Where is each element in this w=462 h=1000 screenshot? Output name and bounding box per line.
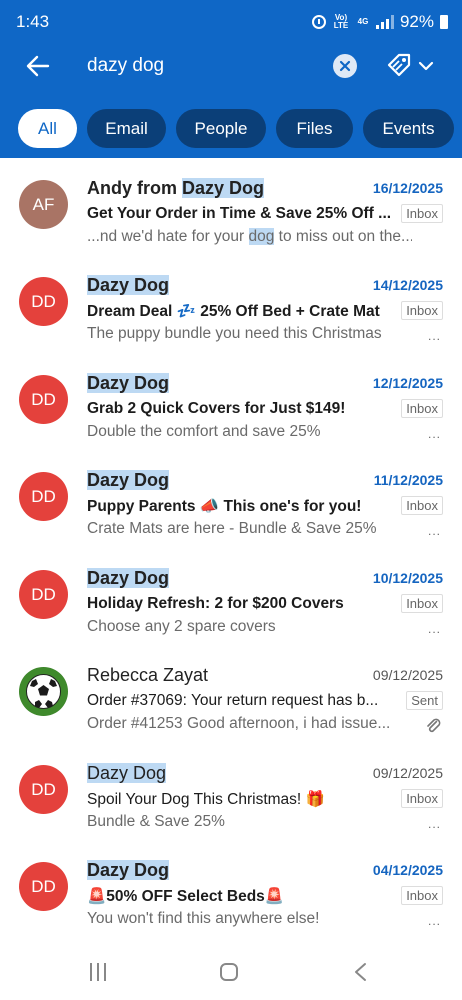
sender-name: Andy from Dazy Dog bbox=[87, 178, 265, 198]
email-date: 16/12/2025 bbox=[372, 180, 443, 196]
sender-name: Dazy Dog bbox=[87, 568, 170, 588]
email-date: 14/12/2025 bbox=[372, 277, 443, 293]
signal-icon bbox=[375, 15, 394, 29]
battery-percent: 92% bbox=[399, 12, 434, 31]
app-header: 1:43 Vo) LTE 4G 92% dazy dog All Email P… bbox=[0, 0, 462, 158]
email-subject: 🚨50% OFF Select Beds🚨 bbox=[87, 888, 285, 905]
chip-email[interactable]: Email bbox=[87, 109, 166, 148]
home-icon[interactable] bbox=[220, 963, 238, 981]
folder-badge: Sent bbox=[406, 691, 443, 710]
email-subject: Puppy Parents 📣 This one's for you! bbox=[87, 498, 362, 515]
back-arrow-icon[interactable] bbox=[24, 52, 52, 80]
email-preview: Choose any 2 spare covers bbox=[87, 618, 276, 635]
email-preview: Double the comfort and save 25% bbox=[87, 423, 321, 440]
email-row[interactable]: AF Andy from Dazy Dog 16/12/2025 Get You… bbox=[0, 158, 462, 255]
chip-files[interactable]: Files bbox=[276, 109, 353, 148]
email-date: 10/12/2025 bbox=[372, 570, 443, 586]
attachment-icon bbox=[427, 718, 441, 733]
email-subject: Order #37069: Your return request has b.… bbox=[87, 692, 379, 709]
more-dots-icon: ... bbox=[427, 914, 441, 928]
email-row[interactable]: DD Dazy Dog 04/12/2025 🚨50% OFF Select B… bbox=[0, 840, 462, 937]
email-row[interactable]: DD Dazy Dog 14/12/2025 Dream Deal 💤 25% … bbox=[0, 255, 462, 352]
email-subject: Dream Deal 💤 25% Off Bed + Crate Mat bbox=[87, 303, 380, 320]
sender-name: Rebecca Zayat bbox=[87, 665, 209, 685]
sender-name: Dazy Dog bbox=[87, 470, 170, 490]
chevron-down-icon bbox=[418, 61, 434, 71]
email-row[interactable]: Rebecca Zayat 09/12/2025 Order #37069: Y… bbox=[0, 645, 462, 742]
email-subject: Spoil Your Dog This Christmas! 🎁 bbox=[87, 791, 325, 808]
search-input[interactable]: dazy dog bbox=[87, 55, 164, 77]
folder-badge: Inbox bbox=[401, 594, 443, 613]
avatar: DD bbox=[19, 472, 68, 521]
filter-chips: All Email People Files Events bbox=[18, 109, 454, 149]
email-subject: Get Your Order in Time & Save 25% Off ..… bbox=[87, 205, 392, 222]
email-row[interactable]: DD Dazy Dog 10/12/2025 Holiday Refresh: … bbox=[0, 548, 462, 645]
chip-all[interactable]: All bbox=[18, 109, 77, 148]
network-icon: 4G bbox=[357, 17, 369, 26]
alarm-icon bbox=[311, 15, 326, 29]
system-nav-bar bbox=[0, 946, 462, 1000]
more-dots-icon: ... bbox=[427, 622, 441, 636]
battery-icon bbox=[440, 15, 448, 29]
recent-apps-icon[interactable] bbox=[90, 963, 106, 981]
email-date: 11/12/2025 bbox=[373, 472, 443, 488]
sender-name: Dazy Dog bbox=[87, 373, 170, 393]
email-date: 04/12/2025 bbox=[372, 862, 443, 878]
more-dots-icon: ... bbox=[427, 427, 441, 441]
email-row[interactable]: DD Dazy Dog 09/12/2025 Spoil Your Dog Th… bbox=[0, 743, 462, 840]
folder-badge: Inbox bbox=[401, 204, 443, 223]
email-subject: Grab 2 Quick Covers for Just $149! bbox=[87, 400, 346, 417]
sender-name: Dazy Dog bbox=[87, 860, 170, 880]
status-icons: Vo) LTE 4G 92% bbox=[311, 12, 448, 32]
more-dots-icon: ... bbox=[427, 817, 441, 831]
more-dots-icon: ... bbox=[427, 524, 441, 538]
email-preview: Order #41253 Good afternoon, i had issue… bbox=[87, 715, 391, 732]
filter-tag-icon bbox=[387, 53, 411, 77]
folder-badge: Inbox bbox=[401, 789, 443, 808]
email-preview: Bundle & Save 25% bbox=[87, 813, 225, 830]
filter-button[interactable] bbox=[386, 52, 438, 80]
email-preview: You won't find this anywhere else! bbox=[87, 910, 320, 927]
folder-badge: Inbox bbox=[401, 886, 443, 905]
avatar: DD bbox=[19, 277, 68, 326]
clear-search-icon[interactable] bbox=[333, 54, 357, 78]
avatar: DD bbox=[19, 570, 68, 619]
folder-badge: Inbox bbox=[401, 399, 443, 418]
status-bar: 1:43 Vo) LTE 4G 92% bbox=[0, 0, 462, 44]
avatar: DD bbox=[19, 765, 68, 814]
email-row[interactable]: DD Dazy Dog 12/12/2025 Grab 2 Quick Cove… bbox=[0, 353, 462, 450]
sender-name: Dazy Dog bbox=[87, 763, 167, 783]
email-subject: Holiday Refresh: 2 for $200 Covers bbox=[87, 595, 344, 612]
folder-badge: Inbox bbox=[401, 496, 443, 515]
email-row[interactable]: DD Dazy Dog 11/12/2025 Puppy Parents 📣 T… bbox=[0, 450, 462, 547]
email-date: 12/12/2025 bbox=[372, 375, 443, 391]
email-date: 09/12/2025 bbox=[372, 667, 443, 683]
email-date: 09/12/2025 bbox=[372, 765, 443, 781]
avatar: DD bbox=[19, 375, 68, 424]
more-dots-icon: ... bbox=[427, 329, 441, 343]
chip-events[interactable]: Events bbox=[363, 109, 454, 148]
avatar: DD bbox=[19, 862, 68, 911]
nav-back-icon[interactable] bbox=[352, 962, 368, 982]
avatar: AF bbox=[19, 180, 68, 229]
search-bar: dazy dog bbox=[0, 44, 462, 90]
sender-name: Dazy Dog bbox=[87, 275, 170, 295]
folder-badge: Inbox bbox=[401, 301, 443, 320]
status-time: 1:43 bbox=[16, 12, 50, 31]
email-preview: Crate Mats are here - Bundle & Save 25% bbox=[87, 520, 377, 537]
email-preview: ...nd we'd hate for your dog to miss out… bbox=[87, 228, 412, 245]
chip-people[interactable]: People bbox=[176, 109, 266, 148]
volte-icon: Vo) LTE bbox=[333, 13, 349, 30]
avatar-soccer-ball-icon bbox=[19, 667, 68, 716]
email-preview: The puppy bundle you need this Christmas bbox=[87, 325, 382, 342]
